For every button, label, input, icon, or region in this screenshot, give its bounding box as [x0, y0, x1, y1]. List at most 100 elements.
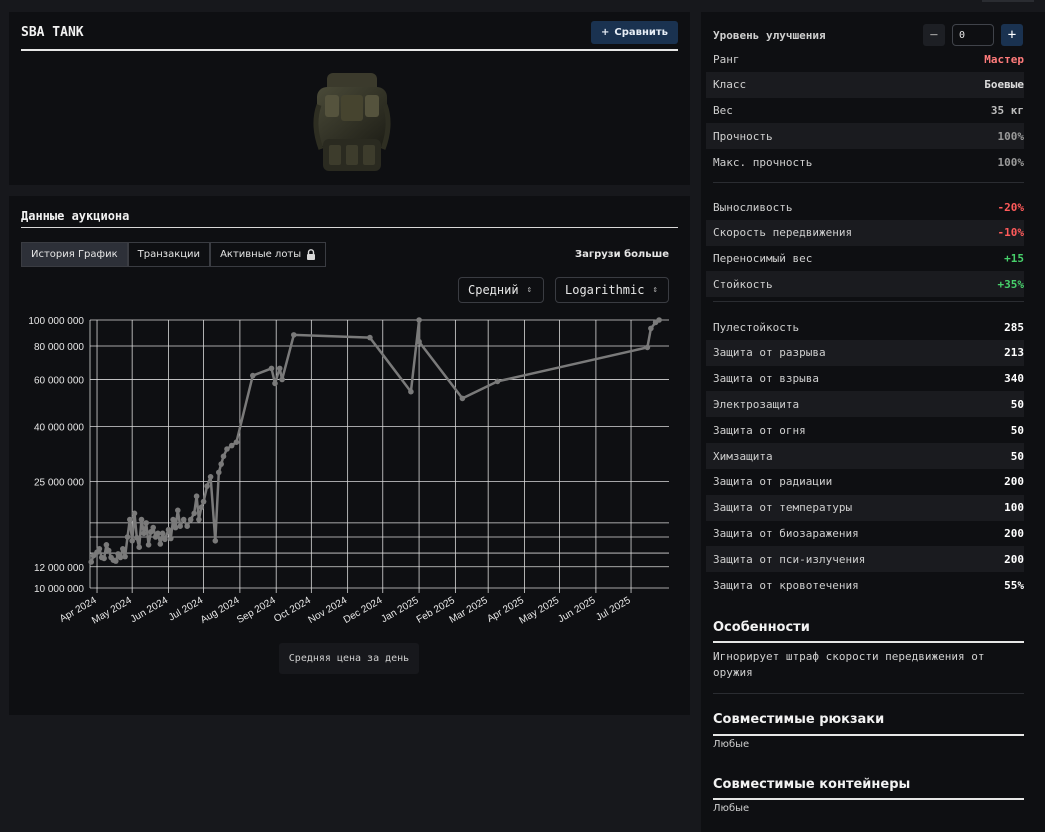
- upgrade-decrease-button[interactable]: −: [923, 24, 945, 46]
- tab-active-lots[interactable]: Активные лоты: [210, 242, 327, 267]
- chart-caption: Средняя цена за день: [279, 643, 419, 674]
- stats-panel: Уровень улучшения − + Ранг Мастер Класс Бое…: [701, 12, 1045, 832]
- stat-label: Защита от взрыва: [713, 372, 819, 386]
- price-point: [168, 535, 174, 542]
- stat-row: Защита от температуры 100: [706, 494, 1024, 521]
- stat-value: Боевые: [984, 78, 1024, 92]
- stat-label: Прочность: [713, 129, 773, 143]
- stat-label: Защита от огня: [713, 423, 806, 437]
- stat-row: Выносливость -20%: [706, 194, 1024, 220]
- stat-label: Защита от разрыва: [713, 346, 826, 360]
- stat-value: 100%: [997, 129, 1025, 143]
- price-point: [129, 538, 135, 544]
- price-point: [250, 372, 256, 379]
- auction-panel: Данные аукциона История График Транзакци…: [9, 196, 690, 715]
- stat-label: Защита от радиации: [713, 475, 833, 489]
- tab-history-chart[interactable]: История График: [21, 242, 128, 267]
- stat-label: Защита от биозаражения: [713, 526, 859, 540]
- tab-transactions[interactable]: Транзакции: [127, 242, 211, 267]
- price-point: [408, 388, 414, 395]
- lock-icon: [307, 249, 316, 260]
- x-tick-label: Oct 2024: [272, 595, 313, 625]
- divider: [713, 693, 1024, 694]
- stat-label: Химзащита: [713, 449, 773, 463]
- stat-row: Класс Боевые: [706, 71, 1024, 98]
- stat-value: 285: [1004, 320, 1024, 334]
- price-point: [131, 510, 138, 517]
- stat-row: Защита от пси-излучения 200: [706, 546, 1024, 573]
- stat-row: Электрозащита 50: [706, 391, 1024, 418]
- price-point: [120, 546, 126, 552]
- price-point: [228, 442, 235, 449]
- top-divider: [982, 0, 1034, 2]
- stat-value: 55%: [1004, 578, 1024, 592]
- y-tick-label: 12 000 000: [34, 563, 84, 574]
- scale-mode-value: Logarithmic: [565, 283, 645, 297]
- stat-row: Защита от радиации 200: [706, 469, 1024, 495]
- price-point: [459, 395, 466, 402]
- price-point: [218, 461, 224, 467]
- stat-value: 200: [1004, 475, 1024, 489]
- price-point: [122, 553, 128, 560]
- stat-row: Химзащита 50: [706, 443, 1024, 469]
- price-point: [145, 542, 152, 548]
- price-point: [141, 530, 147, 537]
- item-title: SBA TANK: [21, 25, 84, 40]
- stat-label: Защита от пси-излучения: [713, 552, 866, 566]
- price-point: [212, 538, 219, 544]
- price-point: [191, 510, 197, 517]
- stat-row: Защита от кровотечения 55%: [706, 572, 1024, 598]
- y-tick-label: 100 000 000: [28, 316, 84, 327]
- x-tick-label: Jan 2025: [379, 595, 421, 625]
- stat-row: Прочность 100%: [706, 123, 1025, 150]
- price-point: [180, 516, 187, 523]
- stat-row: Переносимый вес +15: [706, 246, 1024, 272]
- price-point: [127, 516, 133, 523]
- stat-value: 35 кг: [990, 104, 1024, 118]
- price-point: [101, 555, 107, 562]
- price-point: [276, 365, 283, 372]
- stat-value: 213: [1004, 346, 1024, 360]
- price-point: [644, 344, 651, 351]
- stat-value: 100: [1004, 501, 1024, 515]
- features-underline: [713, 641, 1024, 643]
- stat-row: Ранг Мастер: [706, 46, 1024, 72]
- divider: [713, 182, 1024, 183]
- containers-title: Совместимые контейнеры: [713, 777, 911, 792]
- stat-row: Защита от взрыва 340: [706, 366, 1024, 392]
- price-history-chart: 10 000 000 12 000 000 25 000 000 40 000 000…: [28, 316, 669, 627]
- price-point: [103, 542, 110, 548]
- stat-label: Вес: [713, 104, 733, 118]
- price-point: [648, 325, 654, 332]
- price-point: [207, 474, 214, 480]
- price-point: [200, 498, 207, 505]
- compare-button[interactable]: + Сравнить: [591, 21, 678, 44]
- x-tick-label: Aug 2024: [199, 595, 242, 626]
- x-tick-label: Jun 2025: [556, 595, 598, 625]
- price-point: [170, 516, 176, 523]
- backpacks-underline: [713, 734, 1024, 736]
- auction-underline: [21, 227, 678, 228]
- stat-label: Макс. прочность: [713, 155, 813, 169]
- updown-icon: ⇕: [652, 285, 658, 295]
- stat-label: Ранг: [713, 52, 740, 66]
- price-point: [162, 536, 168, 543]
- load-more-link[interactable]: Загрузи больше: [575, 249, 669, 260]
- containers-underline: [713, 798, 1024, 800]
- upgrade-level-input[interactable]: [952, 24, 994, 46]
- stat-label: Класс: [713, 78, 747, 92]
- backpacks-value: Любые: [713, 739, 750, 750]
- price-point: [198, 504, 205, 511]
- price-point: [105, 547, 112, 554]
- stat-value: 340: [1004, 372, 1024, 386]
- stat-row: Вес 35 кг: [706, 98, 1024, 124]
- price-point: [96, 546, 103, 552]
- price-point: [224, 446, 230, 452]
- price-point: [272, 380, 278, 387]
- upgrade-label: Уровень улучшения: [713, 29, 826, 42]
- stat-value: -20%: [997, 200, 1025, 214]
- y-tick-label: 25 000 000: [34, 477, 84, 488]
- upgrade-increase-button[interactable]: +: [1001, 24, 1023, 46]
- price-point: [165, 526, 172, 533]
- minus-icon: −: [929, 27, 939, 43]
